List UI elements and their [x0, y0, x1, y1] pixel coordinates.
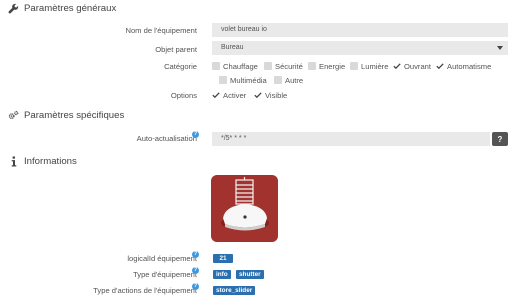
option-activer[interactable]: Activer	[212, 90, 246, 100]
type-label: Type d'équipement	[133, 270, 197, 279]
options-label: Options	[170, 91, 197, 100]
category-multimedia[interactable]: Multimédia	[219, 75, 267, 85]
type-badge-shutter: shutter	[236, 270, 264, 279]
category-ouvrant[interactable]: Ouvrant	[393, 61, 431, 71]
name-label: Nom de l'équipement	[125, 26, 197, 35]
category-lumiere[interactable]: Lumière	[350, 61, 388, 71]
category-lumiere-label: Lumière	[361, 61, 389, 71]
cron-help-button[interactable]: ?	[492, 132, 508, 146]
checkbox-icon[interactable]	[274, 76, 282, 84]
type-badge-info: info	[213, 270, 231, 279]
info-section-label: Informations	[24, 156, 77, 167]
category-multimedia-label: Multimédia	[230, 75, 267, 85]
action-type-badge: store_slider	[213, 286, 256, 295]
category-automatisme[interactable]: Automatisme	[436, 61, 491, 71]
category-energie[interactable]: Energie	[308, 61, 345, 71]
option-activer-label: Activer	[223, 90, 247, 100]
logicalid-badge: 21	[213, 254, 233, 263]
category-automatisme-label: Automatisme	[447, 61, 492, 71]
info-section-title: Informations	[8, 156, 77, 167]
autorefresh-input[interactable]: */5* * * *	[212, 132, 490, 146]
action-type-label: Type d'actions de l'équipement	[93, 286, 197, 295]
checkbox-icon[interactable]	[308, 62, 316, 70]
category-chauffage[interactable]: Chauffage	[212, 61, 258, 71]
checkmark-icon[interactable]	[254, 91, 262, 99]
specific-section-label: Paramètres spécifiques	[24, 110, 125, 121]
specific-section-title: Paramètres spécifiques	[8, 110, 124, 121]
parent-select-value: Bureau	[221, 44, 244, 51]
option-visible-label: Visible	[265, 90, 288, 100]
checkbox-icon[interactable]	[212, 62, 220, 70]
category-autre[interactable]: Autre	[274, 75, 303, 85]
category-securite-label: Sécurité	[275, 61, 303, 71]
chevron-down-icon	[497, 46, 503, 50]
question-icon: ?	[497, 134, 503, 144]
checkbox-icon[interactable]	[264, 62, 272, 70]
general-section-title: Paramètres généraux	[8, 3, 116, 14]
help-icon[interactable]: ?	[192, 283, 199, 290]
option-visible[interactable]: Visible	[254, 90, 287, 100]
category-energie-label: Energie	[319, 61, 346, 71]
wrench-icon	[8, 3, 19, 14]
logicalid-label: logicalId équipement	[127, 254, 197, 263]
checkmark-icon[interactable]	[212, 91, 220, 99]
name-input[interactable]: volet bureau io	[212, 23, 508, 37]
equipment-config-page: Paramètres généraux Nom de l'équipement …	[0, 0, 517, 300]
help-icon[interactable]: ?	[192, 251, 199, 258]
category-label: Catégorie	[164, 62, 197, 71]
help-icon[interactable]: ?	[192, 267, 199, 274]
info-icon	[8, 156, 19, 167]
autorefresh-label: Auto-actualisation	[136, 134, 197, 143]
help-icon[interactable]: ?	[192, 131, 199, 138]
checkmark-icon[interactable]	[436, 62, 444, 70]
general-section-label: Paramètres généraux	[24, 3, 117, 14]
gears-icon	[8, 110, 19, 121]
category-securite[interactable]: Sécurité	[264, 61, 303, 71]
category-chauffage-label: Chauffage	[223, 61, 258, 71]
device-image	[211, 175, 278, 242]
checkbox-icon[interactable]	[219, 76, 227, 84]
parent-label: Objet parent	[155, 45, 197, 54]
checkmark-icon[interactable]	[393, 62, 401, 70]
category-ouvrant-label: Ouvrant	[404, 61, 432, 71]
checkbox-icon[interactable]	[350, 62, 358, 70]
category-autre-label: Autre	[285, 75, 304, 85]
parent-select[interactable]: Bureau	[212, 41, 508, 55]
